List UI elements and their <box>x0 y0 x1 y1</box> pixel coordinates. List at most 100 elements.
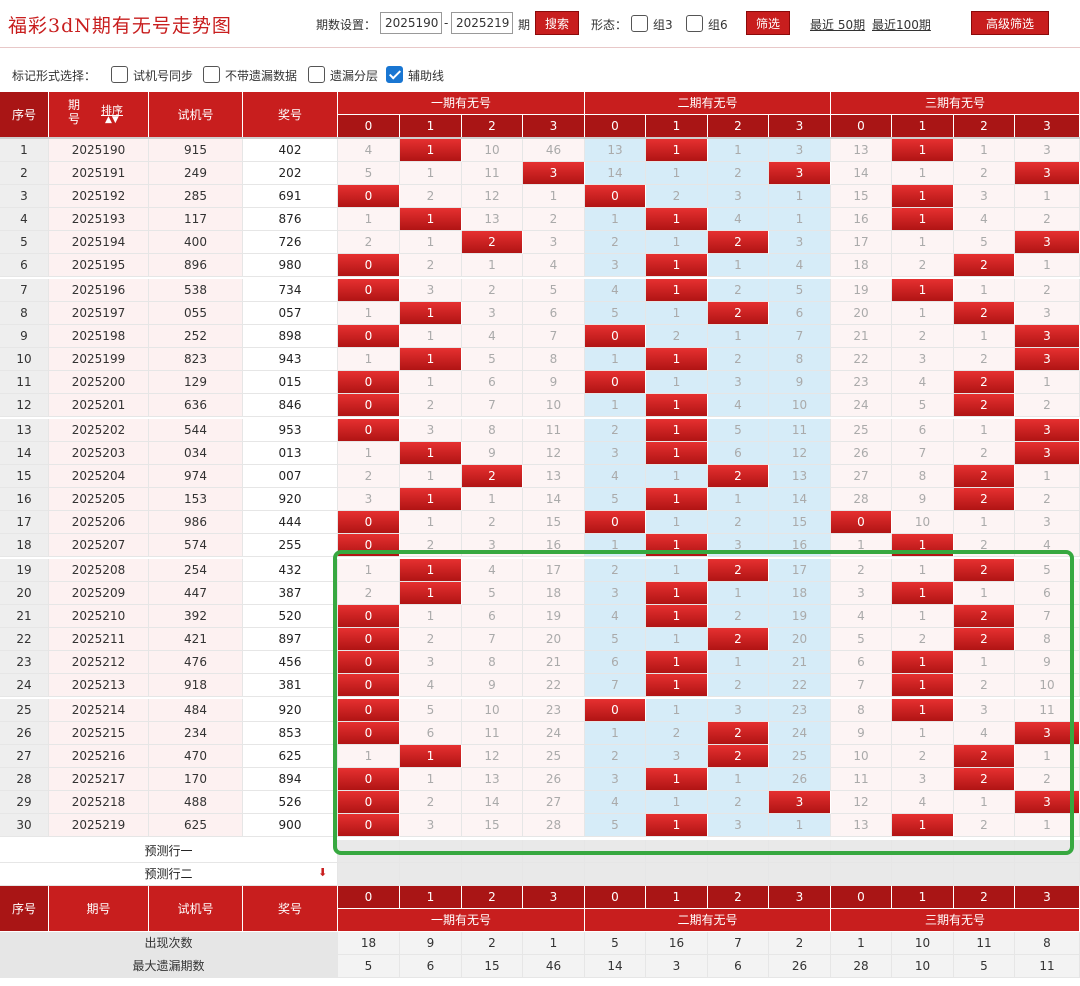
miss-cell: 14 <box>831 162 892 185</box>
row-seq: 28 <box>0 768 49 791</box>
predict-cell[interactable] <box>1015 863 1080 886</box>
digit-footer: 2 <box>954 886 1015 909</box>
row-trial-number: 636 <box>149 394 243 417</box>
miss-cell: 2 <box>400 185 462 208</box>
row-award-number: 202 <box>243 162 338 185</box>
hit-cell: 1 <box>646 534 708 557</box>
group3-checkbox[interactable] <box>631 15 648 32</box>
stats-value: 2 <box>769 932 831 955</box>
predict-label[interactable]: 预测行二 <box>0 863 338 886</box>
hit-cell: 0 <box>585 185 646 208</box>
predict-cell[interactable] <box>400 840 462 863</box>
miss-cell: 15 <box>523 511 585 534</box>
hit-cell: 0 <box>338 651 400 674</box>
predict-cell[interactable] <box>892 863 954 886</box>
predict-cell[interactable] <box>646 863 708 886</box>
predict-cell[interactable] <box>1015 840 1080 863</box>
predict-cell[interactable] <box>462 863 523 886</box>
advanced-filter-button[interactable]: 高级筛选 <box>971 11 1049 35</box>
stats-value: 26 <box>769 955 831 978</box>
recent-50-link[interactable]: 最近 50期 <box>810 16 865 33</box>
table-row: 27 2025216 470 625 1 1 12 25 2 3 2 25 10 2 2 1 <box>0 745 1080 768</box>
predict-cell[interactable] <box>585 863 646 886</box>
miss-cell: 2 <box>1015 394 1080 417</box>
miss-cell: 1 <box>646 371 708 394</box>
group3-header: 三期有无号 <box>831 92 1080 115</box>
hit-cell: 2 <box>708 559 769 582</box>
predict-cell[interactable] <box>338 840 400 863</box>
row-award-number: 726 <box>243 231 338 254</box>
predict-cell[interactable] <box>831 840 892 863</box>
miss-cell: 5 <box>462 348 523 371</box>
miss-cell: 4 <box>954 722 1015 745</box>
row-seq: 3 <box>0 185 49 208</box>
miss-cell: 2 <box>708 605 769 628</box>
predict-cell[interactable] <box>708 863 769 886</box>
hit-cell: 1 <box>646 139 708 162</box>
table-row: 25 2025214 484 920 0 5 10 23 0 1 3 23 8 1 3 11 <box>0 699 1080 722</box>
sort-arrows-icon[interactable]: ▲▼ <box>105 115 119 125</box>
predict-cell[interactable] <box>708 840 769 863</box>
row-award-number: 520 <box>243 605 338 628</box>
predict-cell[interactable] <box>954 863 1015 886</box>
miss-cell: 1 <box>585 208 646 231</box>
search-button[interactable]: 搜索 <box>535 11 579 35</box>
predict-cell[interactable] <box>646 840 708 863</box>
hit-cell: 0 <box>338 419 400 442</box>
predict-cell[interactable] <box>769 863 831 886</box>
row-award-number: 897 <box>243 628 338 651</box>
predict-cell[interactable] <box>338 863 400 886</box>
miss-cell: 4 <box>708 208 769 231</box>
row-award-number: 953 <box>243 419 338 442</box>
predict-cell[interactable] <box>400 863 462 886</box>
predict-cell[interactable] <box>585 840 646 863</box>
row-award-number: 853 <box>243 722 338 745</box>
miss-cell: 1 <box>338 302 400 325</box>
row-period: 2025210 <box>49 605 149 628</box>
miss-cell: 1 <box>1015 371 1080 394</box>
period-from-input[interactable]: 2025190 <box>380 12 442 34</box>
miss-cell: 1 <box>585 394 646 417</box>
miss-cell: 1 <box>646 162 708 185</box>
predict-cell[interactable] <box>523 840 585 863</box>
hit-cell: 0 <box>338 814 400 837</box>
no-miss-data-checkbox[interactable] <box>203 66 220 83</box>
miss-cell: 2 <box>708 511 769 534</box>
miss-cell: 25 <box>831 419 892 442</box>
miss-cell: 5 <box>585 302 646 325</box>
hit-cell: 1 <box>400 348 462 371</box>
group6-checkbox[interactable] <box>686 15 703 32</box>
predict-cell[interactable] <box>892 840 954 863</box>
row-seq: 11 <box>0 371 49 394</box>
digit-footer: 2 <box>462 886 523 909</box>
hit-cell: 0 <box>585 325 646 348</box>
predict-cell[interactable] <box>831 863 892 886</box>
table-row: 6 2025195 896 980 0 2 1 4 3 1 1 4 18 2 2 1 <box>0 254 1080 277</box>
recent-100-link[interactable]: 最近100期 <box>872 16 931 33</box>
row-period: 2025197 <box>49 302 149 325</box>
filter-button[interactable]: 筛选 <box>746 11 790 35</box>
predict-cell[interactable] <box>523 863 585 886</box>
miss-cell: 1 <box>892 605 954 628</box>
predict-cell[interactable] <box>954 840 1015 863</box>
miss-cell: 20 <box>769 628 831 651</box>
predict-label[interactable]: 预测行一 <box>0 840 338 863</box>
guide-line-checkbox[interactable] <box>386 66 403 83</box>
miss-cell: 6 <box>462 371 523 394</box>
period-to-input[interactable]: 2025219 <box>451 12 513 34</box>
digit-header: 0 <box>338 115 400 138</box>
miss-cell: 18 <box>523 582 585 605</box>
stats-value: 10 <box>892 932 954 955</box>
miss-cell: 1 <box>646 559 708 582</box>
trial-sync-checkbox[interactable] <box>111 66 128 83</box>
row-seq: 17 <box>0 511 49 534</box>
miss-cell: 1 <box>769 185 831 208</box>
hit-cell: 1 <box>646 674 708 697</box>
miss-layer-checkbox[interactable] <box>308 66 325 83</box>
hit-cell: 0 <box>338 325 400 348</box>
miss-cell: 3 <box>585 768 646 791</box>
miss-cell: 6 <box>462 605 523 628</box>
predict-cell[interactable] <box>462 840 523 863</box>
predict-cell[interactable] <box>769 840 831 863</box>
miss-cell: 1 <box>646 302 708 325</box>
